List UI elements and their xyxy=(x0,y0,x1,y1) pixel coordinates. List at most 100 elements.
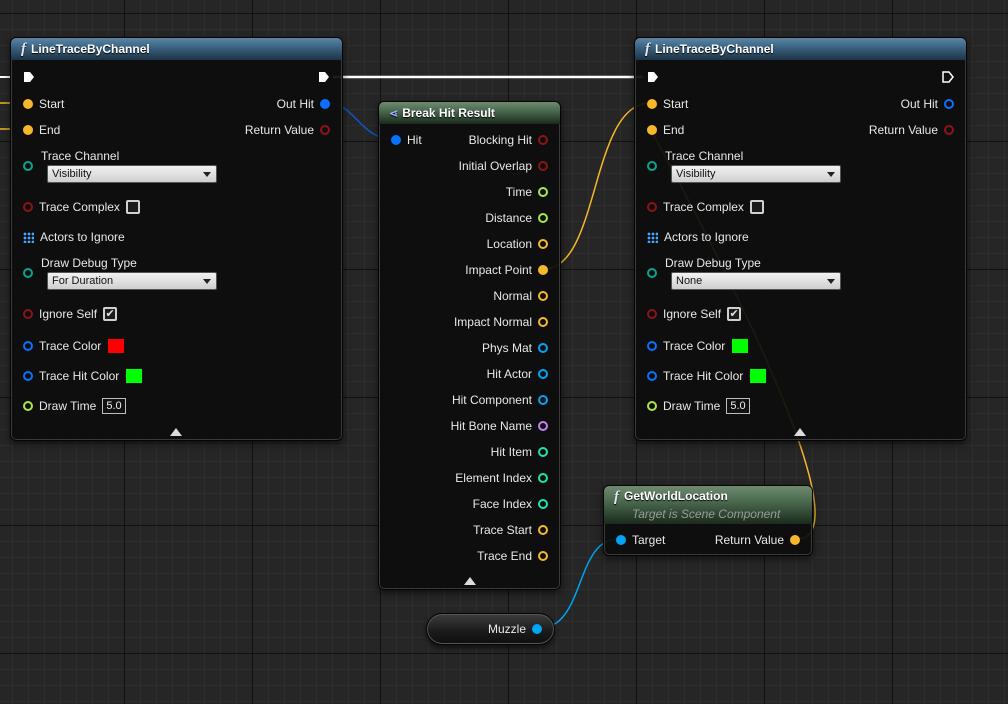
impact-normal-pin[interactable]: Impact Normal xyxy=(454,315,548,329)
vector-pin-icon xyxy=(647,99,657,109)
actors-to-ignore-pin[interactable]: Actors to Ignore xyxy=(647,230,749,244)
location-pin[interactable]: Location xyxy=(487,237,548,251)
node-header[interactable]: f LineTraceByChannel xyxy=(11,38,342,60)
trace-complex-pin[interactable]: Trace Complex xyxy=(23,200,140,214)
ignore-self-pin[interactable]: Ignore Self ✔ xyxy=(647,307,742,321)
impact-point-pin[interactable]: Impact Point xyxy=(465,263,548,277)
blocking-hit-pin[interactable]: Blocking Hit xyxy=(469,133,548,147)
hit-item-pin[interactable]: Hit Item xyxy=(491,445,548,459)
get-world-location-node[interactable]: f GetWorldLocation Target is Scene Compo… xyxy=(603,485,813,556)
trace-hit-color-pin[interactable]: Trace Hit Color xyxy=(647,368,768,384)
distance-pin[interactable]: Distance xyxy=(485,211,548,225)
hit-bone-name-pin[interactable]: Hit Bone Name xyxy=(451,419,548,433)
trace-complex-checkbox[interactable] xyxy=(125,200,140,214)
exec-out-pin[interactable] xyxy=(942,71,954,83)
draw-debug-type-dropdown[interactable]: None xyxy=(671,272,841,290)
draw-debug-type-pin[interactable] xyxy=(647,268,663,278)
struct-pin-icon xyxy=(647,371,657,381)
function-f-icon: f xyxy=(614,489,619,505)
int-pin-icon xyxy=(538,499,548,509)
object-pin-icon xyxy=(538,395,548,405)
trace-color-swatch[interactable] xyxy=(107,338,126,354)
muzzle-variable-node[interactable]: Muzzle xyxy=(426,613,555,645)
byte-pin-icon xyxy=(647,268,657,278)
trace-hit-color-swatch[interactable] xyxy=(749,368,768,384)
draw-time-pin[interactable]: Draw Time 5.0 xyxy=(647,398,750,414)
return-value-pin[interactable]: Return Value xyxy=(245,123,330,137)
draw-debug-type-dropdown[interactable]: For Duration xyxy=(47,272,217,290)
draw-time-pin[interactable]: Draw Time 5.0 xyxy=(23,398,126,414)
trace-start-pin[interactable]: Trace Start xyxy=(473,523,548,537)
trace-color-pin[interactable]: Trace Color xyxy=(647,338,750,354)
trace-channel-pin[interactable] xyxy=(23,161,39,171)
initial-overlap-pin[interactable]: Initial Overlap xyxy=(459,159,548,173)
vector-pin-icon xyxy=(23,99,33,109)
exec-pin-icon xyxy=(24,72,34,82)
time-pin[interactable]: Time xyxy=(506,185,548,199)
trace-channel-label: Trace Channel xyxy=(665,149,744,163)
collapse-arrow-icon[interactable] xyxy=(464,577,476,585)
object-pin-icon xyxy=(616,535,626,545)
actors-to-ignore-pin[interactable]: Actors to Ignore xyxy=(23,230,125,244)
hit-actor-pin[interactable]: Hit Actor xyxy=(487,367,548,381)
trace-hit-color-pin[interactable]: Trace Hit Color xyxy=(23,368,144,384)
start-pin[interactable]: Start xyxy=(647,97,688,111)
name-pin-icon xyxy=(538,421,548,431)
exec-in-pin[interactable] xyxy=(647,71,659,83)
return-value-pin[interactable]: Return Value xyxy=(715,533,800,547)
exec-out-pin[interactable] xyxy=(318,71,330,83)
ignore-self-checkbox[interactable]: ✔ xyxy=(727,307,742,321)
hit-component-pin[interactable]: Hit Component xyxy=(452,393,548,407)
node-title: GetWorldLocation xyxy=(624,489,728,503)
break-hit-result-node[interactable]: ⋖ Break Hit Result Hit Blocking Hit Init… xyxy=(378,101,561,590)
phys-mat-pin[interactable]: Phys Mat xyxy=(482,341,548,355)
collapse-arrow-icon[interactable] xyxy=(170,428,182,436)
face-index-pin[interactable]: Face Index xyxy=(473,497,548,511)
element-index-pin[interactable]: Element Index xyxy=(455,471,548,485)
trace-channel-dropdown[interactable]: Visibility xyxy=(47,165,217,183)
trace-hit-color-swatch[interactable] xyxy=(125,368,144,384)
vector-pin-icon xyxy=(538,239,548,249)
node-header[interactable]: ⋖ Break Hit Result xyxy=(379,102,560,124)
end-pin[interactable]: End xyxy=(647,123,684,137)
trace-color-swatch[interactable] xyxy=(731,338,750,354)
out-hit-pin[interactable]: Out Hit xyxy=(277,97,330,111)
trace-channel-pin[interactable] xyxy=(647,161,663,171)
node-header[interactable]: f LineTraceByChannel xyxy=(635,38,966,60)
trace-end-pin[interactable]: Trace End xyxy=(477,549,548,563)
ignore-self-pin[interactable]: Ignore Self ✔ xyxy=(23,307,118,321)
normal-pin[interactable]: Normal xyxy=(493,289,548,303)
object-pin-icon[interactable] xyxy=(532,624,542,634)
collapse-arrow-icon[interactable] xyxy=(794,428,806,436)
line-trace-node-left[interactable]: f LineTraceByChannel Start Out Hit End R… xyxy=(10,37,343,441)
trace-channel-label: Trace Channel xyxy=(41,149,120,163)
float-pin-icon xyxy=(647,401,657,411)
start-pin[interactable]: Start xyxy=(23,97,64,111)
return-value-pin[interactable]: Return Value xyxy=(869,123,954,137)
trace-complex-checkbox[interactable] xyxy=(749,200,764,214)
draw-time-input[interactable]: 5.0 xyxy=(102,398,126,414)
int-pin-icon xyxy=(538,473,548,483)
chevron-down-icon xyxy=(203,172,211,177)
struct-pin-icon xyxy=(320,99,330,109)
draw-time-input[interactable]: 5.0 xyxy=(726,398,750,414)
trace-color-pin[interactable]: Trace Color xyxy=(23,338,126,354)
line-trace-node-right[interactable]: f LineTraceByChannel Start Out Hit End R… xyxy=(634,37,967,441)
vector-pin-icon xyxy=(790,535,800,545)
end-pin[interactable]: End xyxy=(23,123,60,137)
object-pin-icon xyxy=(538,369,548,379)
bool-pin-icon xyxy=(647,202,657,212)
bool-pin-icon xyxy=(944,125,954,135)
trace-complex-pin[interactable]: Trace Complex xyxy=(647,200,764,214)
vector-pin-icon xyxy=(538,525,548,535)
target-pin[interactable]: Target xyxy=(616,533,665,547)
exec-in-pin[interactable] xyxy=(23,71,35,83)
draw-debug-type-pin[interactable] xyxy=(23,268,39,278)
draw-debug-type-label: Draw Debug Type xyxy=(665,256,761,270)
trace-channel-dropdown[interactable]: Visibility xyxy=(671,165,841,183)
exec-pin-icon xyxy=(942,71,954,83)
array-grid-icon xyxy=(647,231,658,243)
ignore-self-checkbox[interactable]: ✔ xyxy=(103,307,118,321)
hit-input-pin[interactable]: Hit xyxy=(391,133,422,147)
out-hit-pin[interactable]: Out Hit xyxy=(901,97,954,111)
